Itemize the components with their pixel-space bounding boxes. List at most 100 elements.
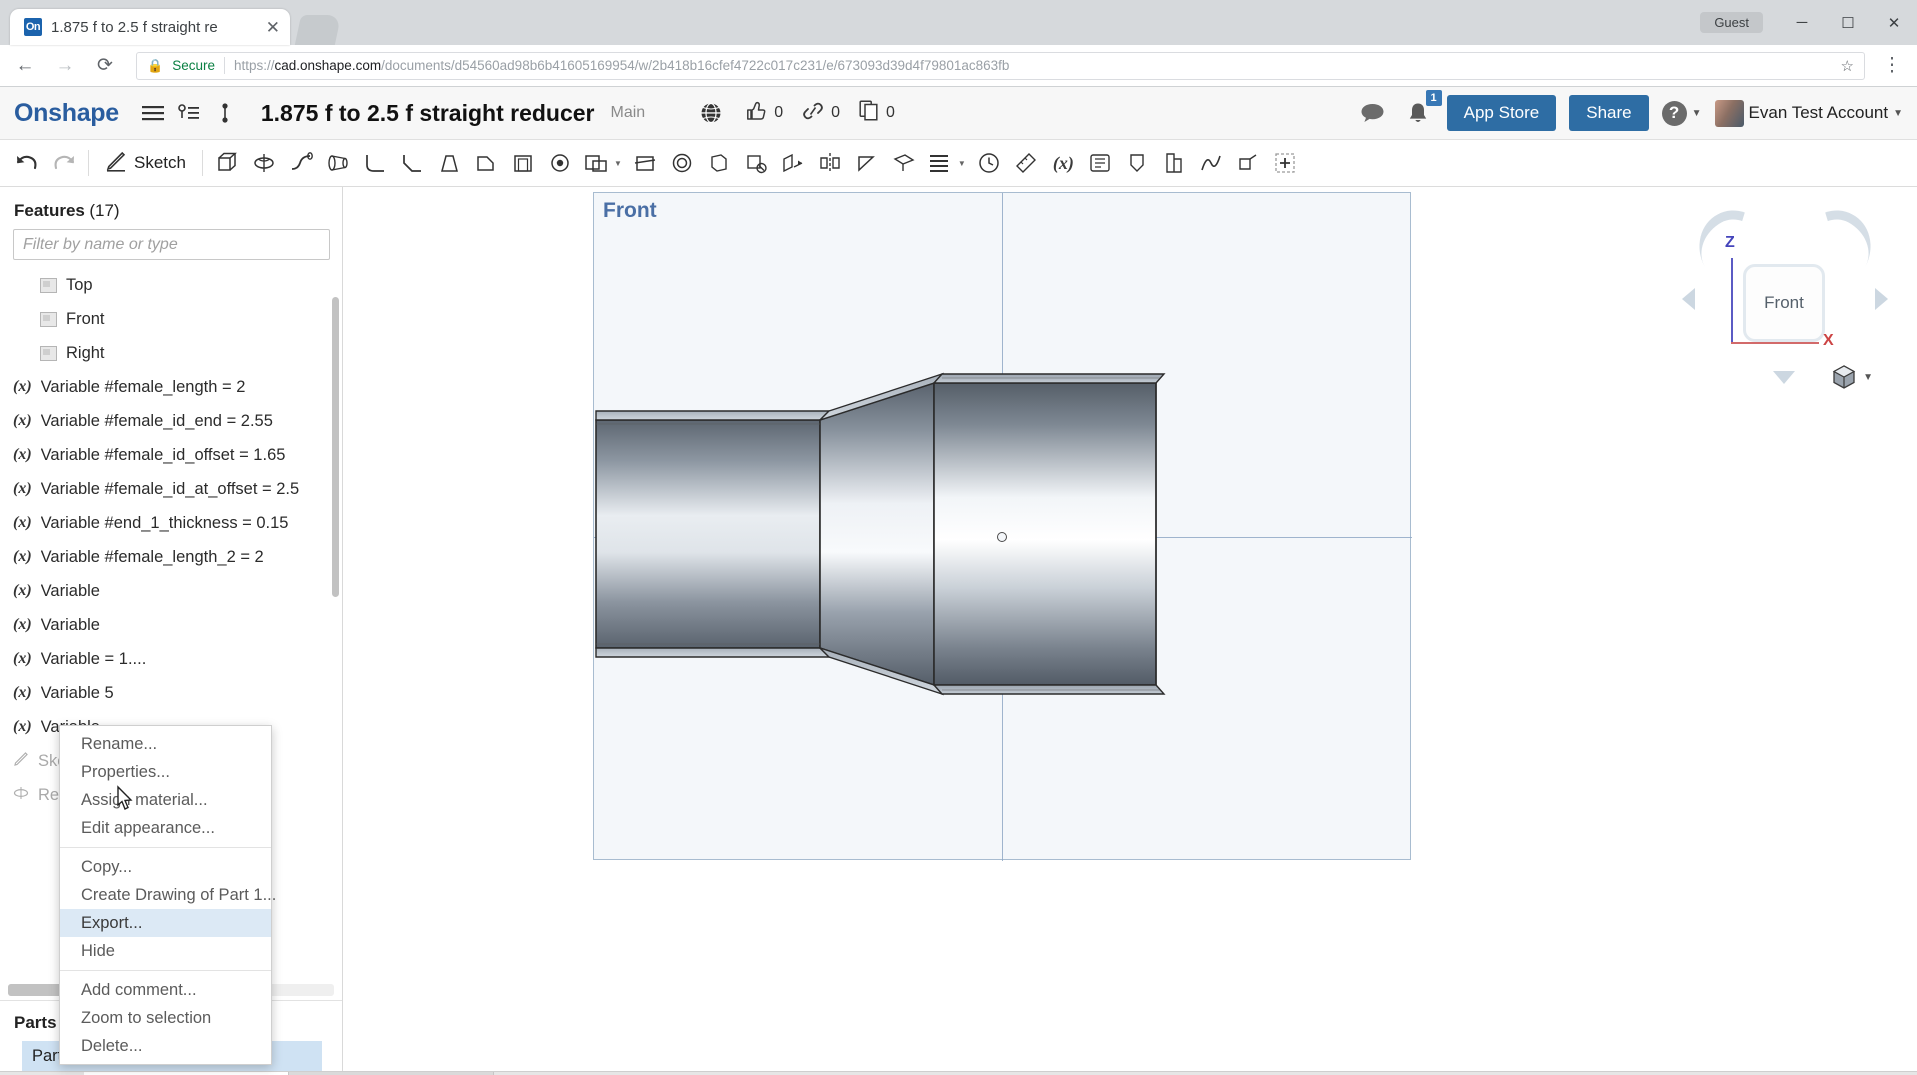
loft-icon[interactable] bbox=[321, 144, 356, 182]
draft-icon[interactable] bbox=[432, 144, 467, 182]
plane-icon[interactable] bbox=[887, 144, 922, 182]
feature-list-item[interactable]: (x) Variable #end_1_thickness = 0.15 bbox=[0, 506, 342, 540]
curve-icon[interactable] bbox=[1194, 144, 1229, 182]
account-menu[interactable]: Evan Test Account ▼ bbox=[1714, 99, 1903, 127]
view-left-arrow-icon[interactable] bbox=[1682, 288, 1695, 310]
feature-list-item[interactable]: (x) Variable #female_id_at_offset = 2.5 bbox=[0, 472, 342, 506]
context-menu-item[interactable]: Properties... bbox=[60, 758, 271, 786]
history-icon[interactable] bbox=[972, 144, 1007, 182]
configure-icon[interactable] bbox=[1157, 144, 1192, 182]
sidebar-scrollbar[interactable] bbox=[332, 297, 339, 597]
draft2-icon[interactable] bbox=[850, 144, 885, 182]
mate-icon[interactable] bbox=[1083, 144, 1118, 182]
feature-list-item[interactable]: Right bbox=[0, 336, 342, 370]
likes-counter[interactable]: 0 bbox=[746, 101, 783, 126]
measure-icon[interactable] bbox=[1009, 144, 1044, 182]
version-graph-icon[interactable] bbox=[173, 97, 205, 129]
context-menu-item[interactable]: Zoom to selection bbox=[60, 1004, 271, 1032]
document-title[interactable]: 1.875 f to 2.5 f straight reducer bbox=[261, 100, 595, 127]
window-minimize-button[interactable]: ─ bbox=[1779, 0, 1825, 45]
window-maximize-button[interactable]: ☐ bbox=[1825, 0, 1871, 45]
sketch-region[interactable]: Front bbox=[593, 192, 1412, 861]
feature-label: Top bbox=[66, 275, 93, 294]
globe-public-icon[interactable] bbox=[695, 97, 727, 129]
forward-button[interactable]: → bbox=[52, 53, 78, 79]
view-down-arrow-icon[interactable] bbox=[1773, 371, 1795, 384]
tab-close-icon[interactable]: ✕ bbox=[266, 19, 280, 36]
onshape-logo[interactable]: Onshape bbox=[14, 99, 119, 128]
context-menu-item[interactable]: Copy... bbox=[60, 853, 271, 881]
view-cube[interactable]: Front Z X ▼ bbox=[1682, 197, 1888, 392]
view-cube-face[interactable]: Front bbox=[1743, 264, 1825, 342]
view-mode-button[interactable]: ▼ bbox=[1831, 364, 1873, 390]
context-menu-item[interactable]: Add comment... bbox=[60, 976, 271, 1004]
variable-icon[interactable]: (x) bbox=[1046, 144, 1081, 182]
context-menu-item[interactable]: Assign material... bbox=[60, 786, 271, 814]
sheet-metal-icon[interactable] bbox=[1231, 144, 1266, 182]
redo-icon[interactable] bbox=[46, 144, 81, 182]
filter-input[interactable] bbox=[13, 229, 330, 260]
context-menu-item[interactable]: Export... bbox=[60, 909, 271, 937]
transform-icon[interactable] bbox=[776, 144, 811, 182]
reload-button[interactable]: ⟳ bbox=[92, 53, 118, 79]
sketch-button[interactable]: Sketch bbox=[96, 144, 195, 182]
address-bar[interactable]: 🔒 Secure https://cad.onshape.com/documen… bbox=[136, 51, 1865, 80]
comment-bubble-icon[interactable] bbox=[1357, 97, 1389, 129]
hamburger-menu-icon[interactable] bbox=[137, 97, 169, 129]
bookmark-star-icon[interactable]: ☆ bbox=[1841, 57, 1854, 75]
boolean-icon[interactable]: ▼ bbox=[580, 144, 626, 182]
chrome-menu-icon[interactable]: ⋮ bbox=[1879, 53, 1905, 79]
feature-list-item[interactable]: (x) Variable bbox=[0, 574, 342, 608]
copies-counter[interactable]: 0 bbox=[859, 100, 895, 126]
context-menu-item[interactable]: Create Drawing of Part 1... bbox=[60, 881, 276, 909]
feature-list-item[interactable]: (x) Variable #female_length_2 = 2 bbox=[0, 540, 342, 574]
shell-icon[interactable] bbox=[506, 144, 541, 182]
feature-list-item[interactable]: (x) Variable #female_id_end = 2.55 bbox=[0, 404, 342, 438]
rib-icon[interactable] bbox=[469, 144, 504, 182]
feature-list-item[interactable]: (x) Variable = 1.... bbox=[0, 642, 342, 676]
pattern-icon[interactable]: ▼ bbox=[924, 144, 970, 182]
share-button[interactable]: Share bbox=[1569, 95, 1649, 131]
back-button[interactable]: ← bbox=[12, 53, 38, 79]
fillet-icon[interactable] bbox=[358, 144, 393, 182]
hole-icon[interactable] bbox=[543, 144, 578, 182]
view-right-arrow-icon[interactable] bbox=[1875, 288, 1888, 310]
revolve-icon[interactable] bbox=[247, 144, 282, 182]
help-menu[interactable]: ? ▼ bbox=[1661, 100, 1702, 126]
graphics-viewport[interactable]: Front Front Z X ▼ bbox=[343, 187, 1917, 1071]
thicken-icon[interactable] bbox=[665, 144, 700, 182]
split-icon[interactable] bbox=[628, 144, 663, 182]
assembly-icon[interactable] bbox=[1120, 144, 1155, 182]
delete-face-icon[interactable] bbox=[739, 144, 774, 182]
context-menu-item[interactable]: Delete... bbox=[60, 1032, 271, 1060]
browser-tab[interactable]: On 1.875 f to 2.5 f straight re ✕ bbox=[10, 9, 290, 45]
notifications-button[interactable]: 1 bbox=[1402, 90, 1442, 129]
straight-reducer-model[interactable] bbox=[594, 193, 1412, 861]
workspace-label[interactable]: Main bbox=[611, 104, 646, 122]
feature-list-item[interactable]: (x) Variable 5 bbox=[0, 676, 342, 710]
app-store-button[interactable]: App Store bbox=[1446, 95, 1557, 131]
feature-list-item[interactable]: (x) Variable #female_id_offset = 1.65 bbox=[0, 438, 342, 472]
sweep-icon[interactable] bbox=[284, 144, 319, 182]
new-tab-button[interactable] bbox=[294, 15, 342, 45]
links-counter[interactable]: 0 bbox=[802, 101, 840, 126]
feature-list-item[interactable]: (x) Variable bbox=[0, 608, 342, 642]
origin-point[interactable] bbox=[997, 532, 1007, 542]
feature-list-item[interactable]: (x) Variable #female_length = 2 bbox=[0, 370, 342, 404]
guest-profile-chip[interactable]: Guest bbox=[1700, 12, 1763, 33]
undo-icon[interactable] bbox=[9, 144, 44, 182]
rotate-right-arc-icon[interactable] bbox=[1801, 197, 1885, 267]
add-custom-feature-icon[interactable] bbox=[1268, 144, 1303, 182]
context-menu-item[interactable]: Edit appearance... bbox=[60, 814, 271, 842]
chamfer-icon[interactable] bbox=[395, 144, 430, 182]
extrude-icon[interactable] bbox=[210, 144, 245, 182]
rotate-left-arc-icon[interactable] bbox=[1685, 197, 1769, 267]
window-close-button[interactable]: ✕ bbox=[1871, 0, 1917, 45]
feature-list-item[interactable]: Top bbox=[0, 268, 342, 302]
branch-icon[interactable] bbox=[209, 97, 241, 129]
context-menu-item[interactable]: Rename... bbox=[60, 730, 271, 758]
context-menu-item[interactable]: Hide bbox=[60, 937, 271, 965]
move-face-icon[interactable] bbox=[702, 144, 737, 182]
feature-list-item[interactable]: Front bbox=[0, 302, 342, 336]
mirror-icon[interactable] bbox=[813, 144, 848, 182]
